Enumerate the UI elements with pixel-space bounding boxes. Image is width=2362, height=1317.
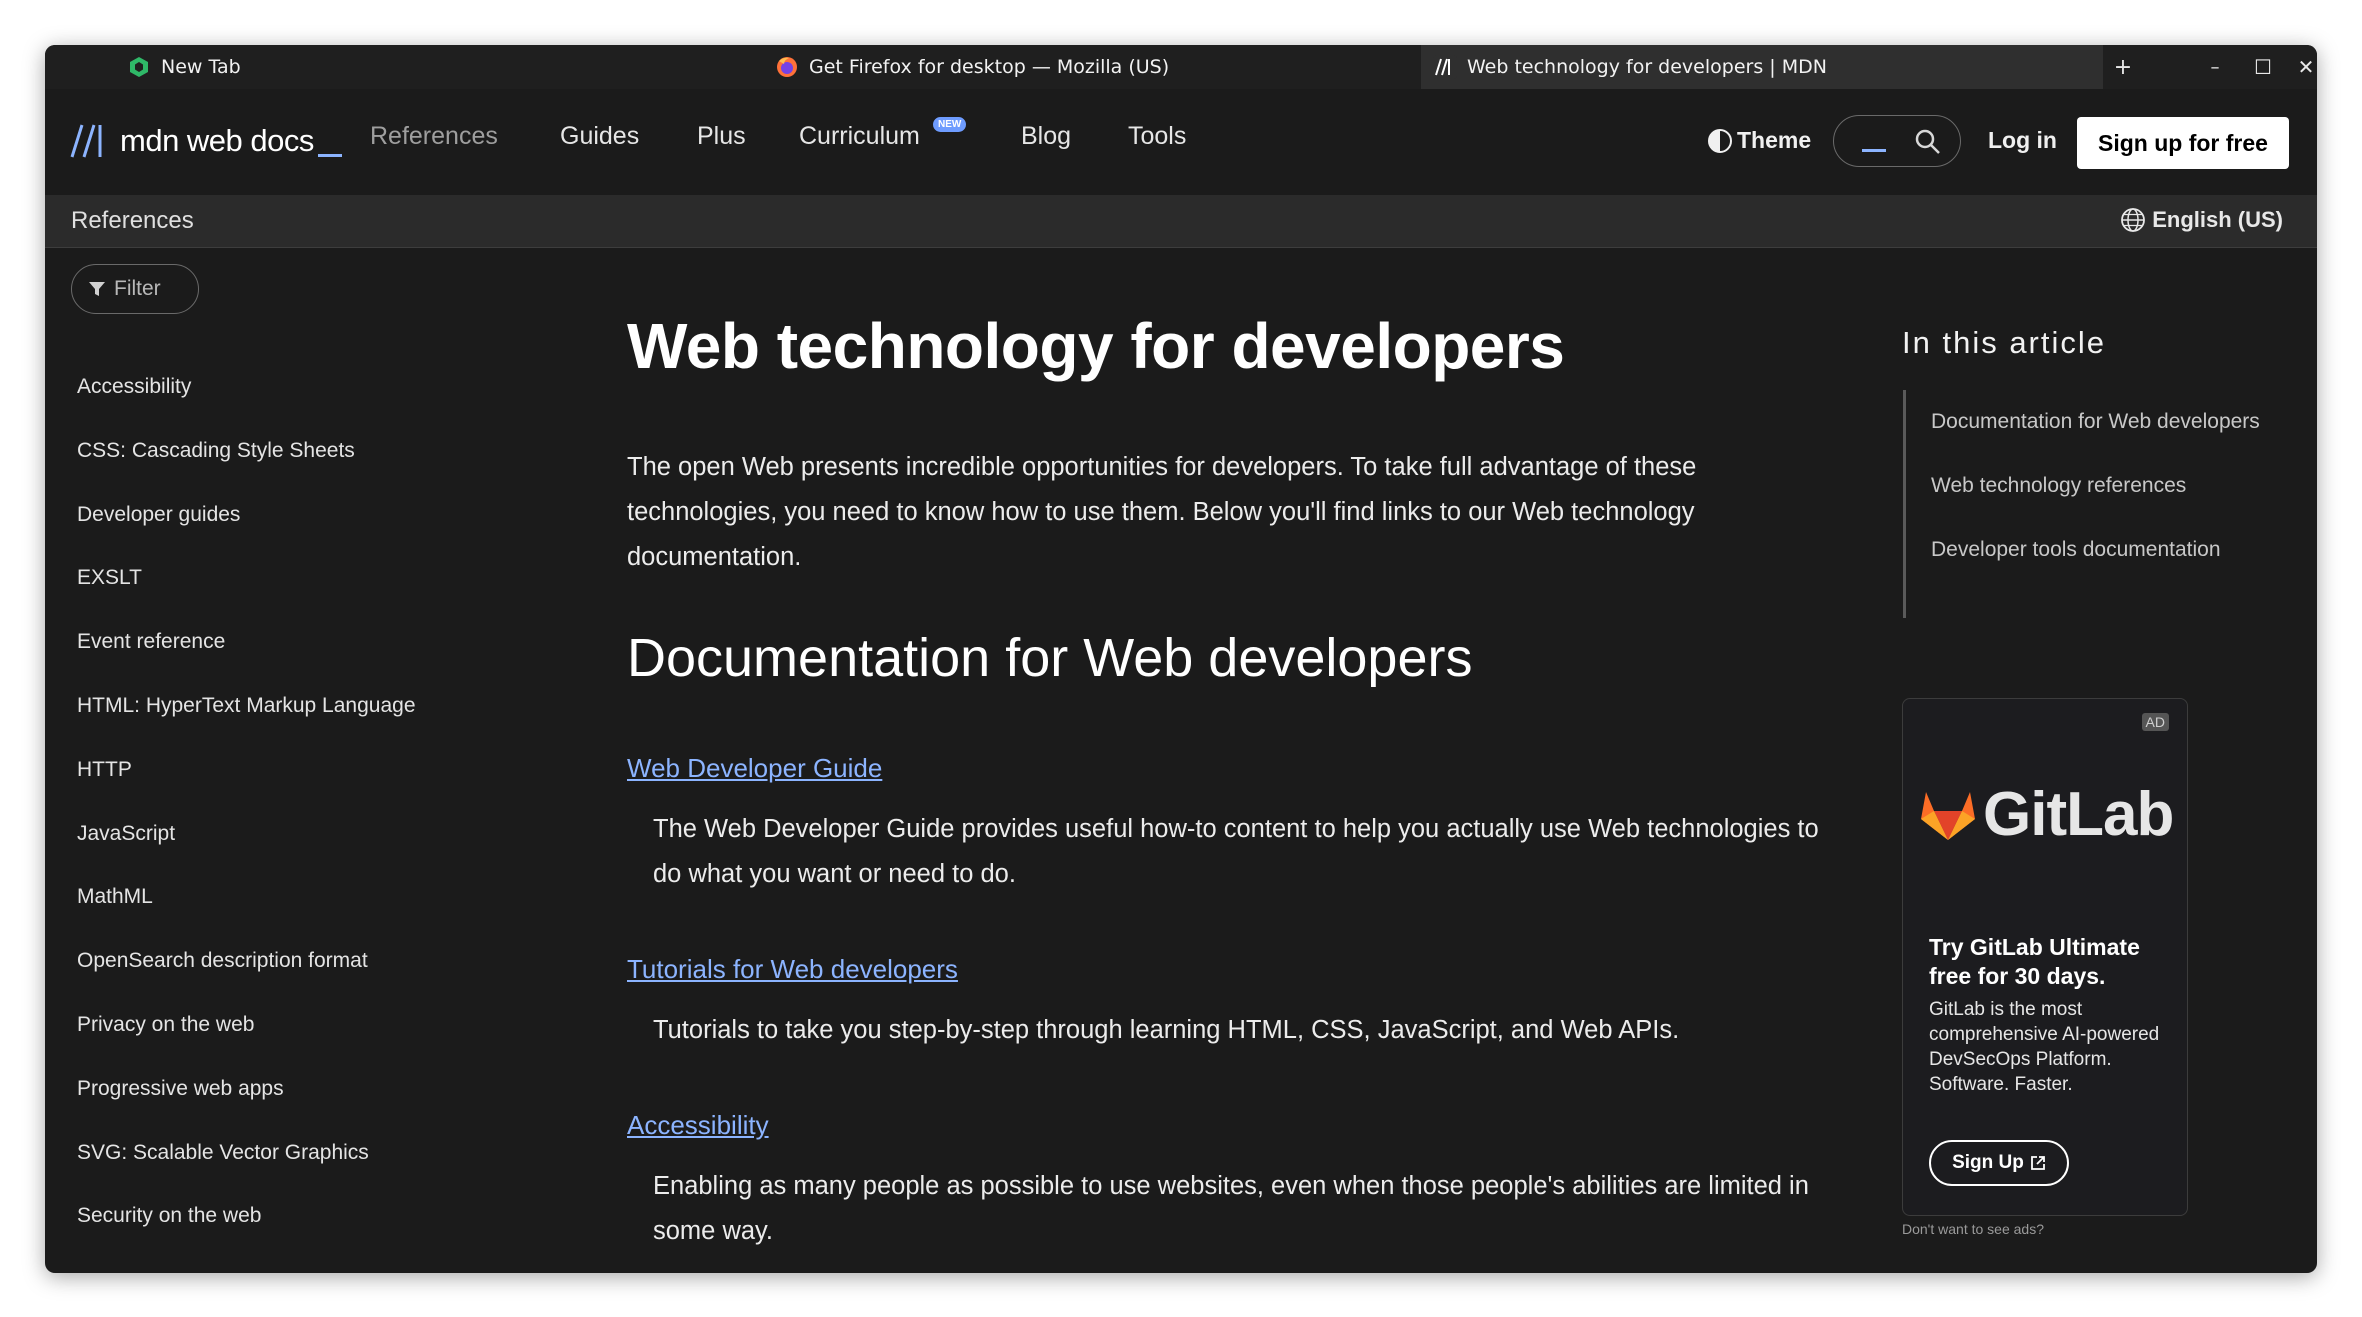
external-link-icon: [2030, 1156, 2045, 1170]
search-button[interactable]: [1833, 115, 1961, 167]
toc-item[interactable]: Developer tools documentation: [1931, 531, 2281, 569]
close-window-button[interactable]: ✕: [2291, 45, 2317, 89]
sidebar-item-accessibility[interactable]: Accessibility: [77, 371, 416, 435]
ad-cta-label: Sign Up: [1952, 1152, 2024, 1173]
sidebar-item-svg[interactable]: SVG: Scalable Vector Graphics: [77, 1137, 416, 1201]
toc-indicator: [1903, 390, 1906, 618]
login-link[interactable]: Log in: [1988, 127, 2057, 154]
link-web-developer-guide[interactable]: Web Developer Guide: [627, 753, 882, 784]
theme-icon: [1708, 128, 1732, 153]
theme-switcher[interactable]: Theme: [1707, 127, 1811, 154]
plus-icon: +: [2113, 54, 2133, 80]
breadcrumb-bar: References English (US): [45, 195, 2317, 248]
entry-description: Enabling as many people as possible to u…: [653, 1172, 1809, 1245]
sidebar-item-http[interactable]: HTTP: [77, 754, 416, 818]
minimize-button[interactable]: –: [2195, 45, 2235, 89]
browser-window: New Tab Get Firefox for desktop — Mozill…: [45, 45, 2317, 1273]
sidebar-item-css[interactable]: CSS: Cascading Style Sheets: [77, 435, 416, 499]
tab-strip: New Tab Get Firefox for desktop — Mozill…: [45, 45, 2317, 89]
tab-label: Get Firefox for desktop — Mozilla (US): [809, 56, 1170, 78]
new-badge: NEW: [933, 117, 967, 132]
globe-icon: [2121, 208, 2146, 232]
new-tab-icon: [130, 57, 148, 77]
tab-label: New Tab: [161, 56, 241, 78]
link-accessibility[interactable]: Accessibility: [627, 1110, 769, 1141]
nav-plus[interactable]: Plus: [697, 122, 746, 151]
sidebar-item-javascript[interactable]: JavaScript: [77, 818, 416, 882]
theme-label: Theme: [1737, 127, 1812, 153]
gitlab-tanuki-icon: [1921, 791, 1975, 840]
language-label: English (US): [2152, 207, 2283, 232]
sidebar-item-developer-guides[interactable]: Developer guides: [77, 499, 416, 563]
tab-label: Web technology for developers | MDN: [1467, 56, 1827, 78]
gitlab-logo: GitLab: [1919, 779, 2174, 850]
nav-curriculum[interactable]: Curriculum: [799, 122, 920, 151]
ad-badge: AD: [2141, 713, 2169, 731]
sidebar-item-event-reference[interactable]: Event reference: [77, 626, 416, 690]
filter-icon: [89, 282, 105, 296]
firefox-icon: [777, 57, 797, 77]
logo-cursor: [317, 153, 342, 157]
article-intro: The open Web presents incredible opportu…: [627, 453, 1697, 571]
toc-item[interactable]: Documentation for Web developers: [1931, 403, 2281, 441]
sidebar-item-exslt[interactable]: EXSLT: [77, 562, 416, 626]
ad-brand: GitLab: [1983, 780, 2174, 849]
nav-references[interactable]: References: [370, 122, 498, 151]
close-icon: ✕: [2297, 55, 2315, 79]
nav-blog[interactable]: Blog: [1021, 122, 1071, 151]
mdn-icon: [1433, 55, 1457, 79]
sidebar-item-pwa[interactable]: Progressive web apps: [77, 1073, 416, 1137]
sidebar-item-privacy[interactable]: Privacy on the web: [77, 1009, 416, 1073]
maximize-icon: ☐: [2254, 55, 2272, 79]
mdn-logo-icon: [70, 124, 102, 158]
ad-signup-button[interactable]: Sign Up: [1929, 1140, 2069, 1186]
toc-list: Documentation for Web developers Web tec…: [1931, 403, 2281, 595]
tab-mdn-active[interactable]: Web technology for developers | MDN: [1421, 45, 2103, 89]
sidebar-list: Accessibility CSS: Cascading Style Sheet…: [77, 371, 416, 1264]
tab-firefox[interactable]: Get Firefox for desktop — Mozilla (US): [775, 45, 1169, 89]
section-heading: Documentation for Web developers: [627, 628, 1473, 688]
nav-guides[interactable]: Guides: [560, 122, 639, 151]
gitlab-ad[interactable]: AD GitLab Try GitLab Ultimate free for 3…: [1902, 698, 2188, 1216]
ad-headline: Try GitLab Ultimate free for 30 days.: [1929, 934, 2140, 989]
link-tutorials[interactable]: Tutorials for Web developers: [627, 954, 958, 985]
sidebar-item-mathml[interactable]: MathML: [77, 881, 416, 945]
nav-tools[interactable]: Tools: [1128, 122, 1186, 151]
toc-item[interactable]: Web technology references: [1931, 467, 2281, 505]
entry-description: The Web Developer Guide provides useful …: [653, 815, 1819, 888]
breadcrumb[interactable]: References: [71, 207, 194, 235]
sidebar-item-opensearch[interactable]: OpenSearch description format: [77, 945, 416, 1009]
sidebar-item-html[interactable]: HTML: HyperText Markup Language: [77, 690, 416, 754]
ad-optout-link[interactable]: Don't want to see ads?: [1902, 1221, 2044, 1237]
page-title: Web technology for developers: [627, 310, 1565, 382]
entry-description: Tutorials to take you step-by-step throu…: [653, 1016, 1680, 1044]
search-cursor: [1862, 149, 1886, 152]
sidebar-item-security[interactable]: Security on the web: [77, 1200, 416, 1264]
search-icon: [1915, 129, 1940, 154]
filter-button[interactable]: Filter: [71, 264, 199, 314]
signup-button[interactable]: Sign up for free: [2077, 117, 2289, 169]
filter-label: Filter: [114, 277, 161, 300]
maximize-button[interactable]: ☐: [2243, 45, 2283, 89]
minimize-icon: –: [2210, 56, 2220, 78]
tab-new-tab[interactable]: New Tab: [127, 45, 241, 89]
new-tab-button[interactable]: +: [2103, 45, 2143, 89]
ad-body: GitLab is the most comprehensive AI-powe…: [1929, 999, 2160, 1095]
mdn-logo-link[interactable]: mdn web docs: [70, 123, 342, 159]
logo-text: mdn web docs: [120, 123, 314, 158]
language-switcher[interactable]: English (US): [2120, 207, 2283, 233]
toc-title: In this article: [1902, 325, 2107, 360]
